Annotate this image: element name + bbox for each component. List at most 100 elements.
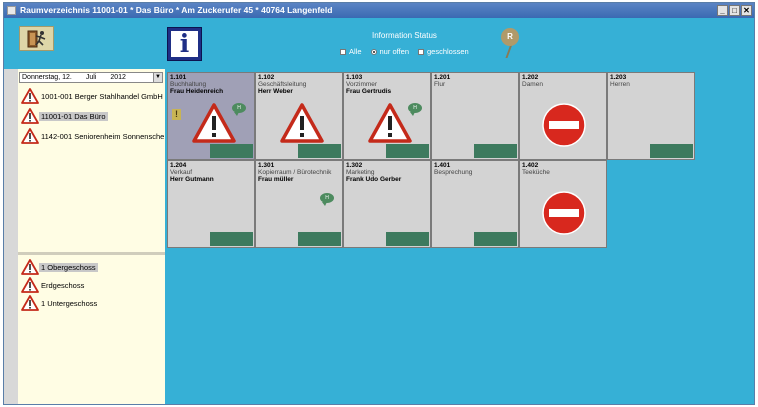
room-status-bar [650,144,693,158]
room-number: 1.101 [170,74,187,81]
chevron-down-icon[interactable]: ▼ [153,73,162,82]
note-icon: H [232,103,246,116]
room-tile-1-103[interactable]: 1.103 Vorzimmer Frau Gertrudis H [343,72,431,160]
warning-icon [192,103,236,143]
room-status-bar [474,144,517,158]
room-status-bar [386,144,429,158]
app-window: Raumverzeichnis 11001-01 * Das Büro * Am… [3,2,755,405]
building-list: 1001-001 Berger Stahlhandel GmbH 11001-0… [19,86,164,146]
filter-open[interactable]: nur offen [370,47,409,56]
room-number: 1.402 [522,162,539,169]
room-person: Frank Udo Gerber [346,176,402,183]
room-department: Herren [610,81,630,88]
building-label: 1001-001 Berger Stahlhandel GmbH [41,91,163,101]
flag-icon: ! [172,109,181,120]
exit-button[interactable] [19,26,54,51]
room-tile-1-204[interactable]: 1.204 Verkauf Herr Gutmann [167,160,255,248]
room-tile-1-402[interactable]: 1.402 Teeküche [519,160,607,248]
close-button[interactable]: ✕ [741,5,752,16]
info-button[interactable]: i [167,27,202,61]
floor-label: 1 Untergeschoss [41,298,98,308]
status-filter: Alle nur offen geschlossen [340,47,469,56]
toolbar: i Information Status Alle nur offen gesc… [4,18,754,69]
room-number: 1.103 [346,74,363,81]
building-item[interactable]: 1142-001 Seniorenheim Sonnenschein [19,126,164,146]
info-icon: i [171,31,198,57]
room-status-bar [298,144,341,158]
room-department: Verkauf [170,169,193,176]
building-item[interactable]: 11001-01 Das Büro [19,106,164,126]
room-person: Herr Gutmann [170,176,214,183]
floor-list: 1 Obergeschoss Erdgeschoss 1 Untergescho… [19,258,164,312]
room-department: Flur [434,81,446,88]
room-department: Vorzimmer [346,81,378,88]
maximize-button[interactable]: □ [729,5,740,16]
filter-closed[interactable]: geschlossen [418,47,469,56]
room-number: 1.204 [170,162,187,169]
room-tile-1-401[interactable]: 1.401 Besprechung [431,160,519,248]
sidebar-divider[interactable] [18,252,165,255]
room-status-bar [298,232,341,246]
building-label: 1142-001 Seniorenheim Sonnenschein [41,131,164,141]
warning-icon [21,259,39,275]
room-number: 1.203 [610,74,627,81]
filter-open-label: nur offen [379,47,409,56]
room-department: Geschäftsleitung [258,81,307,88]
warning-icon [21,295,39,311]
room-number: 1.201 [434,74,451,81]
room-tile-1-101[interactable]: 1.101 Buchhaltung Frau Heidenreich H! [167,72,255,160]
date-year: 2012 [110,74,126,81]
room-number: 1.401 [434,162,451,169]
warning-icon [21,88,39,104]
room-status-bar [210,144,253,158]
checkbox-closed[interactable] [418,48,424,55]
room-number: 1.301 [258,162,275,169]
floor-item[interactable]: 1 Obergeschoss [19,258,164,276]
room-status-bar [210,232,253,246]
room-area: 1.101 Buchhaltung Frau Heidenreich H! 1.102 G… [165,69,754,404]
note-icon: H [320,193,334,206]
r-badge-icon[interactable]: R [501,28,519,46]
date-day: Donnerstag, 12. [22,74,72,81]
exit-door-icon [27,30,46,48]
room-department: Kopierraum / Bürotechnik [258,169,332,176]
room-number: 1.102 [258,74,275,81]
room-status-bar [386,232,429,246]
note-icon: H [408,103,422,116]
building-label: 11001-01 Das Büro [39,111,108,121]
warning-icon [280,103,324,143]
warning-icon [21,277,39,293]
floor-label: Erdgeschoss [41,280,85,290]
date-picker[interactable]: Donnerstag, 12. Juli 2012 ▼ [19,72,163,83]
room-tile-1-301[interactable]: 1.301 Kopierraum / Bürotechnik Frau müller… [255,160,343,248]
room-tile-1-202[interactable]: 1.202 Damen [519,72,607,160]
room-department: Damen [522,81,543,88]
warning-icon [21,128,39,144]
room-department: Buchhaltung [170,81,207,88]
floor-item[interactable]: Erdgeschoss [19,276,164,294]
room-tile-1-102[interactable]: 1.102 Geschäftsleitung Herr Weber [255,72,343,160]
room-person: Frau Gertrudis [346,88,392,95]
room-tile-1-201[interactable]: 1.201 Flur [431,72,519,160]
no-entry-icon [542,103,586,147]
building-item[interactable]: 1001-001 Berger Stahlhandel GmbH [19,86,164,106]
room-number: 1.302 [346,162,363,169]
floor-item[interactable]: 1 Untergeschoss [19,294,164,312]
badge-stem [505,44,513,58]
checkbox-all[interactable] [340,48,346,55]
radio-open[interactable] [370,48,377,55]
minimize-button[interactable]: _ [717,5,728,16]
room-grid: 1.101 Buchhaltung Frau Heidenreich H! 1.102 G… [167,72,696,248]
window-title: Raumverzeichnis 11001-01 * Das Büro * Am… [20,5,333,15]
status-title: Information Status [372,31,437,40]
filter-closed-label: geschlossen [427,47,469,56]
room-tile-1-302[interactable]: 1.302 Marketing Frank Udo Gerber [343,160,431,248]
floor-label: 1 Obergeschoss [39,262,98,272]
room-tile-1-203[interactable]: 1.203 Herren [607,72,695,160]
room-department: Besprechung [434,169,473,176]
room-person: Frau Heidenreich [170,88,224,95]
filter-all[interactable]: Alle [340,47,362,56]
date-month: Juli [85,74,97,81]
room-department: Teeküche [522,169,550,176]
warning-icon [21,108,39,124]
